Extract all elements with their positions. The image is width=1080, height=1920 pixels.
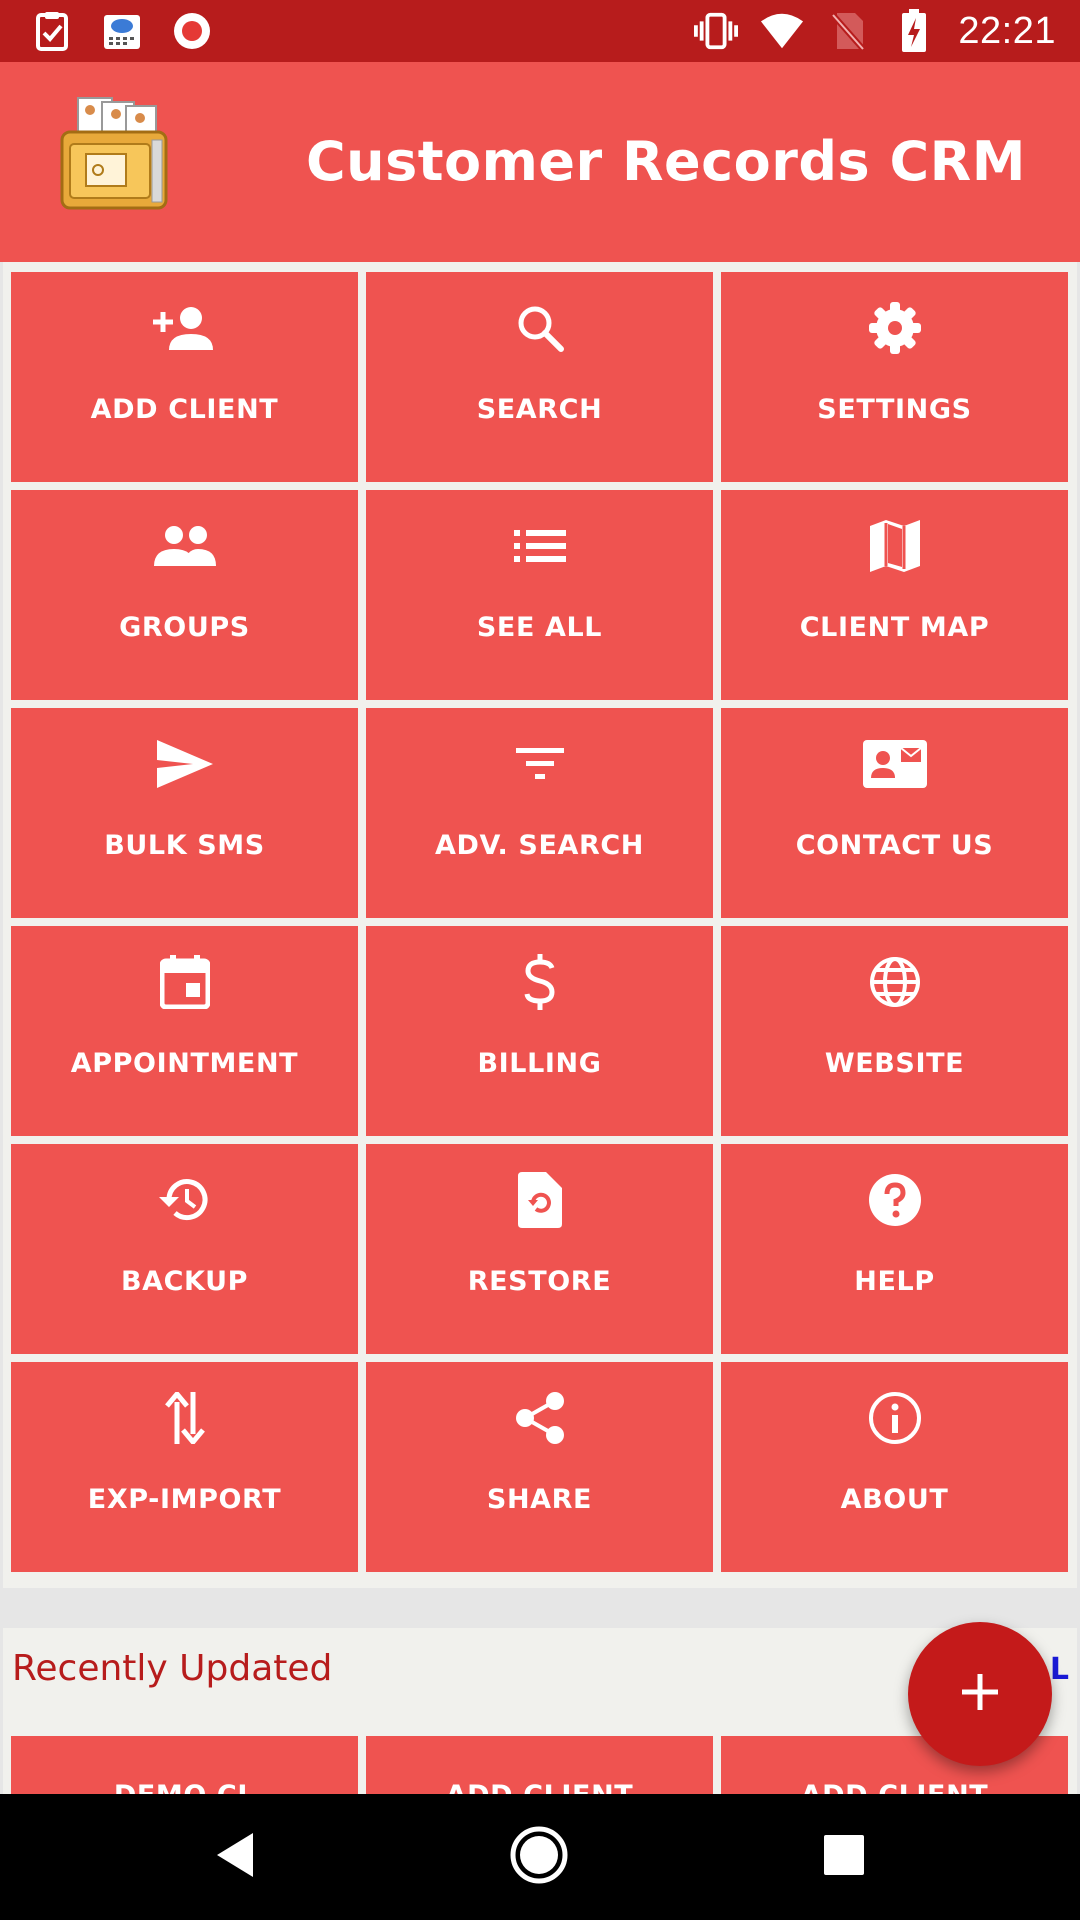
tile-label: SEE ALL bbox=[476, 612, 603, 643]
see-all-button[interactable]: SEE ALL bbox=[366, 490, 713, 700]
no-sim-icon bbox=[826, 9, 870, 53]
plus-icon bbox=[958, 1670, 1002, 1719]
client-map-button[interactable]: CLIENT MAP bbox=[721, 490, 1068, 700]
help-icon bbox=[721, 1170, 1068, 1230]
menu-card: ADD CLIENT SEARCH SETTINGS GROUPS SEE AL bbox=[3, 262, 1077, 1588]
see-all-link[interactable]: L bbox=[1050, 1652, 1069, 1687]
tile-label: BULK SMS bbox=[104, 830, 265, 861]
recent-clients-row: DEMO CL ADD CLIENT ADD CLIENT bbox=[11, 1736, 1068, 1798]
status-clock: 22:21 bbox=[958, 9, 1056, 52]
back-button[interactable] bbox=[200, 1822, 270, 1892]
globe-icon bbox=[721, 952, 1068, 1012]
tile-label: RESTORE bbox=[467, 1266, 612, 1297]
share-icon bbox=[366, 1388, 713, 1448]
tile-label: ADV. SEARCH bbox=[435, 830, 644, 861]
info-icon bbox=[721, 1388, 1068, 1448]
back-icon bbox=[213, 1831, 257, 1884]
app-title: Customer Records CRM bbox=[306, 130, 1026, 193]
backup-icon bbox=[11, 1170, 358, 1230]
search-icon bbox=[366, 298, 713, 358]
restore-file-icon bbox=[366, 1170, 713, 1230]
home-icon bbox=[509, 1825, 569, 1890]
about-button[interactable]: ABOUT bbox=[721, 1362, 1068, 1572]
billing-button[interactable]: BILLING bbox=[366, 926, 713, 1136]
tile-label: GROUPS bbox=[119, 612, 250, 643]
app-bar: Customer Records CRM bbox=[0, 62, 1080, 262]
swap-vertical-icon bbox=[11, 1388, 358, 1448]
groups-button[interactable]: GROUPS bbox=[11, 490, 358, 700]
add-client-button[interactable]: ADD CLIENT bbox=[11, 272, 358, 482]
recent-client-tile[interactable]: DEMO CL bbox=[11, 1736, 358, 1798]
recently-updated-title: Recently Updated bbox=[12, 1648, 333, 1689]
backup-button[interactable]: BACKUP bbox=[11, 1144, 358, 1354]
appointment-button[interactable]: APPOINTMENT bbox=[11, 926, 358, 1136]
tile-label: APPOINTMENT bbox=[70, 1048, 299, 1079]
search-button[interactable]: SEARCH bbox=[366, 272, 713, 482]
tile-label: ADD CLIENT bbox=[90, 394, 279, 425]
send-icon bbox=[11, 734, 358, 794]
system-nav-bar bbox=[0, 1794, 1080, 1920]
recents-button[interactable] bbox=[809, 1822, 879, 1892]
home-button[interactable] bbox=[504, 1822, 574, 1892]
tile-label: BACKUP bbox=[120, 1266, 249, 1297]
gear-icon bbox=[721, 298, 1068, 358]
tile-label: HELP bbox=[854, 1266, 935, 1297]
share-button[interactable]: SHARE bbox=[366, 1362, 713, 1572]
contact-us-button[interactable]: CONTACT US bbox=[721, 708, 1068, 918]
tile-label: EXP-IMPORT bbox=[87, 1484, 282, 1515]
bulk-sms-button[interactable]: BULK SMS bbox=[11, 708, 358, 918]
group-icon bbox=[11, 516, 358, 576]
exp-import-button[interactable]: EXP-IMPORT bbox=[11, 1362, 358, 1572]
clipboard-check-icon bbox=[30, 9, 74, 53]
person-add-icon bbox=[11, 298, 358, 358]
filter-icon bbox=[366, 734, 713, 794]
status-bar: 22:21 bbox=[0, 0, 1080, 62]
battery-charging-icon bbox=[892, 9, 936, 53]
tile-label: SEARCH bbox=[476, 394, 603, 425]
recent-client-tile[interactable]: ADD CLIENT bbox=[366, 1736, 713, 1798]
tile-label: BILLING bbox=[477, 1048, 602, 1079]
wifi-icon bbox=[760, 9, 804, 53]
record-icon bbox=[170, 9, 214, 53]
add-fab-button[interactable] bbox=[908, 1622, 1052, 1766]
tile-label: SHARE bbox=[486, 1484, 593, 1515]
adv-search-button[interactable]: ADV. SEARCH bbox=[366, 708, 713, 918]
tile-label: SETTINGS bbox=[817, 394, 972, 425]
map-icon bbox=[721, 516, 1068, 576]
tile-label: CLIENT MAP bbox=[799, 612, 990, 643]
tile-label: WEBSITE bbox=[824, 1048, 965, 1079]
list-icon bbox=[366, 516, 713, 576]
vibrate-icon bbox=[694, 9, 739, 53]
tile-label: ABOUT bbox=[840, 1484, 949, 1515]
contact-card-icon bbox=[721, 734, 1068, 794]
tile-label: CONTACT US bbox=[795, 830, 994, 861]
crm-folder-logo bbox=[60, 92, 170, 212]
calendar-icon bbox=[11, 952, 358, 1012]
weather-app-icon bbox=[100, 9, 144, 53]
settings-button[interactable]: SETTINGS bbox=[721, 272, 1068, 482]
help-button[interactable]: HELP bbox=[721, 1144, 1068, 1354]
restore-button[interactable]: RESTORE bbox=[366, 1144, 713, 1354]
dollar-icon bbox=[366, 952, 713, 1012]
menu-grid: ADD CLIENT SEARCH SETTINGS GROUPS SEE AL bbox=[11, 272, 1071, 1572]
recents-icon bbox=[823, 1834, 865, 1881]
website-button[interactable]: WEBSITE bbox=[721, 926, 1068, 1136]
